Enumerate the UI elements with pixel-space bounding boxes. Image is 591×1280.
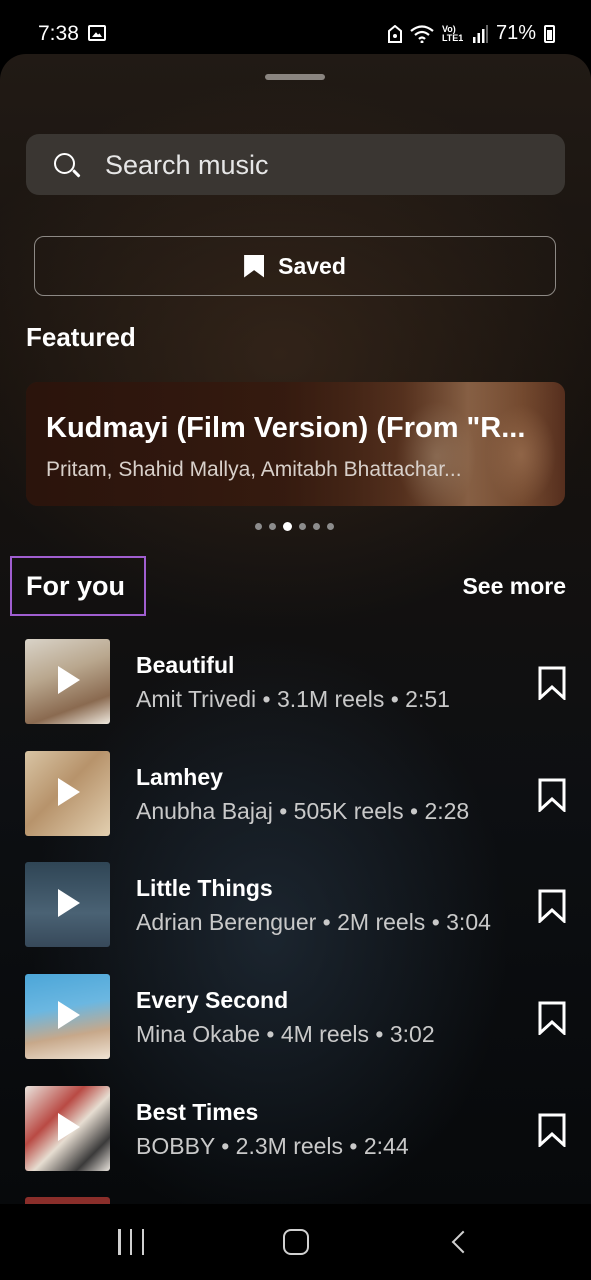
battery-percent: 71%	[495, 22, 536, 44]
track-title: Beautiful	[136, 652, 235, 678]
track-row[interactable]: Best Times BOBBY • 2.3M reels • 2:44	[0, 1086, 591, 1186]
featured-song-artists: Pritam, Shahid Mallya, Amitabh Bhattacha…	[46, 458, 462, 481]
page-dot	[313, 523, 320, 530]
data-saver-icon	[387, 24, 402, 43]
album-art[interactable]	[25, 639, 110, 724]
sheet-drag-handle[interactable]	[265, 74, 325, 80]
bookmark-icon[interactable]	[537, 889, 567, 923]
track-title: Lamhey	[136, 764, 223, 790]
status-bar: 7:38 Vo) LTE1 71%	[0, 0, 591, 62]
bookmark-icon[interactable]	[537, 1113, 567, 1147]
saved-label: Saved	[278, 252, 346, 279]
track-row[interactable]: Beautiful Amit Trivedi • 3.1M reels • 2:…	[0, 639, 591, 739]
signal-icon	[472, 24, 488, 43]
play-icon[interactable]	[58, 666, 80, 694]
page-dot-active	[283, 522, 292, 531]
home-icon[interactable]	[283, 1229, 309, 1255]
saved-button[interactable]: Saved	[34, 236, 556, 296]
featured-banner[interactable]: Kudmayi (Film Version) (From "R... Prita…	[26, 382, 565, 506]
bookmark-icon[interactable]	[537, 778, 567, 812]
status-icons: Vo) LTE1 71%	[387, 22, 555, 45]
page-dot	[327, 523, 334, 530]
battery-icon	[544, 24, 555, 43]
system-nav-bar	[0, 1204, 591, 1280]
album-art[interactable]	[25, 1086, 110, 1171]
play-icon[interactable]	[58, 889, 80, 917]
album-art[interactable]	[25, 862, 110, 947]
play-icon[interactable]	[58, 1113, 80, 1141]
track-meta: Mina Okabe • 4M reels • 3:02	[136, 1021, 435, 1047]
page-dot	[269, 523, 276, 530]
featured-heading: Featured	[26, 322, 136, 352]
music-picker-sheet: Search music Saved Featured Kudmayi (Fil…	[0, 54, 591, 1204]
featured-song-title: Kudmayi (Film Version) (From "R...	[46, 412, 526, 444]
search-placeholder: Search music	[105, 150, 269, 180]
play-icon[interactable]	[58, 778, 80, 806]
bookmark-icon	[244, 254, 265, 278]
wifi-icon	[410, 24, 434, 43]
track-meta: Anubha Bajaj • 505K reels • 2:28	[136, 798, 470, 824]
for-you-heading: For you	[26, 571, 125, 601]
carousel-page-indicator	[255, 522, 334, 531]
play-icon[interactable]	[58, 1001, 80, 1029]
track-title: Every Second	[136, 987, 289, 1013]
page-dot	[255, 523, 262, 530]
back-icon[interactable]	[451, 1230, 475, 1254]
track-meta: BOBBY • 2.3M reels • 2:44	[136, 1133, 409, 1159]
network-label: Vo) LTE1	[441, 23, 464, 43]
recents-icon[interactable]	[118, 1229, 144, 1255]
track-row[interactable]: Lamhey Anubha Bajaj • 505K reels • 2:28	[0, 751, 591, 851]
album-art[interactable]	[25, 751, 110, 836]
page-dot	[299, 523, 306, 530]
bookmark-icon[interactable]	[537, 666, 567, 700]
track-title: Little Things	[136, 875, 273, 901]
search-icon	[54, 153, 75, 174]
track-title: Best Times	[136, 1099, 259, 1125]
search-music-input[interactable]: Search music	[26, 134, 565, 195]
track-row[interactable]: Every Second Mina Okabe • 4M reels • 3:0…	[0, 974, 591, 1074]
album-art[interactable]	[25, 974, 110, 1059]
see-more-link[interactable]: See more	[462, 573, 566, 600]
gallery-icon	[88, 25, 106, 41]
next-album-art-partial	[25, 1197, 110, 1204]
track-meta: Adrian Berenguer • 2M reels • 3:04	[136, 909, 491, 935]
track-row[interactable]: Little Things Adrian Berenguer • 2M reel…	[0, 862, 591, 962]
track-meta: Amit Trivedi • 3.1M reels • 2:51	[136, 686, 450, 712]
clock: 7:38	[38, 22, 79, 45]
bookmark-icon[interactable]	[537, 1001, 567, 1035]
